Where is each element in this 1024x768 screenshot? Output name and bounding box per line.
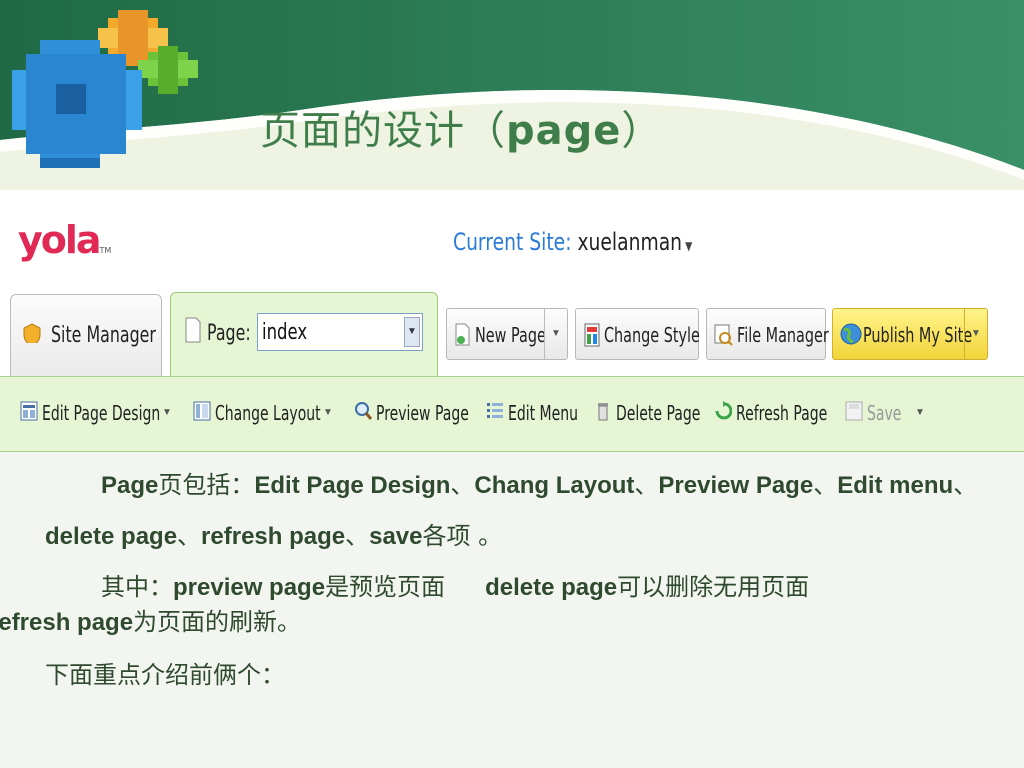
text-refresh-page-2: refresh page [0,609,134,636]
file-manager-icon [714,324,733,346]
page-select-value: index [262,320,308,345]
current-site-value: xuelanman [577,228,683,256]
text-delete-desc: 可以删除无用页面 [617,573,810,601]
edit-page-design-button[interactable]: Edit Page Design ▼ [20,401,211,427]
text-save: save [369,523,423,550]
page-select[interactable]: index ▼ [257,313,423,351]
current-site-label: Current Site: [453,228,572,256]
text-page: Page [101,472,159,499]
logo-text: yola [18,218,102,262]
page-icon [185,317,201,343]
menu-list-icon [487,403,503,418]
yola-editor-screenshot: yolaTM Current Site: xuelanman ▼ Site Man… [0,190,1024,452]
layout-icon [193,401,211,421]
save-button[interactable]: Save ▼ [845,401,925,427]
text-preview-page: Preview Page [658,472,814,499]
chevron-down-icon: ▼ [685,239,693,253]
slide-title-close: ） [621,108,663,154]
refresh-icon [715,401,732,420]
text-includes: 页包括： [158,471,255,499]
new-page-label: New Page [475,323,546,347]
text-chang-layout: Chang Layout [474,472,635,499]
text-sep: 、 [634,471,659,499]
refresh-page-label: Refresh Page [736,401,828,425]
file-manager-label: File Manager [737,323,829,347]
trash-icon [598,403,608,421]
page-toolbar: Edit Page Design ▼ Change Layout ▼ Previ… [0,376,1024,452]
brand-bar: yolaTM Current Site: xuelanman ▼ [0,190,1024,286]
text-delete-page: delete page [45,523,178,550]
change-style-button[interactable]: Change Style [575,308,700,360]
slide-title-cn: 页面的设计（ [260,108,506,154]
preview-page-label: Preview Page [376,401,469,425]
slide-title-en: page [506,108,622,154]
tab-strip: Site Manager Page: index ▼ New Page ▼ Ch… [0,286,1024,376]
slide-header: 页面的设计（page） [0,0,1024,190]
style-icon [584,323,600,347]
text-sep: 、 [177,522,202,550]
paragraph-2: delete page、refresh page、save各项 。 [45,519,985,554]
file-manager-button[interactable]: File Manager [706,308,829,360]
page-label: Page: [207,321,251,346]
edit-menu-button[interactable]: Edit Menu [486,401,608,427]
text-among: 其中： [101,573,173,601]
text-intro-next: 下面重点介绍前俩个： [45,661,285,689]
globe-icon [840,323,862,345]
slide-title: 页面的设计（page） [260,98,662,156]
edit-page-design-icon [20,401,38,421]
new-page-icon [455,323,470,346]
edit-menu-label: Edit Menu [508,401,578,425]
paragraph-4: 下面重点介绍前俩个： [45,658,985,693]
chevron-down-icon[interactable]: ▼ [323,407,333,418]
text-preview-desc: 是预览页面 [325,573,446,601]
text-sep: 、 [345,522,370,550]
chevron-down-icon[interactable]: ▼ [544,309,567,359]
save-icon [845,401,863,421]
chevron-down-icon[interactable]: ▼ [162,407,172,418]
text-refresh-page: refresh page [201,523,346,550]
edit-page-design-label: Edit Page Design [42,401,161,425]
text-items: 各项 。 [422,522,503,550]
publish-my-site-label: Publish My Site [863,323,973,347]
text-refresh-desc: 为页面的刷新。 [133,608,302,636]
text-sep: 、 [953,471,978,499]
logo-tm: TM [99,246,112,255]
current-site-selector[interactable]: Current Site: xuelanman ▼ [453,228,692,256]
tab-site-manager[interactable]: Site Manager [10,294,162,376]
magnifier-icon [355,402,372,420]
chevron-down-icon[interactable]: ▼ [404,317,420,347]
text-edit-menu: Edit menu [837,472,954,499]
paragraph-3: 其中：preview page是预览页面 delete page可以删除无用页面 r… [0,570,985,640]
change-style-label: Change Style [604,323,700,347]
change-layout-label: Change Layout [215,401,321,425]
text-sep: 、 [813,471,838,499]
shield-icon [23,323,41,343]
change-layout-button[interactable]: Change Layout ▼ [193,401,366,427]
tab-page[interactable]: Page: index ▼ [170,292,438,376]
refresh-page-button[interactable]: Refresh Page [714,401,866,427]
publish-my-site-button[interactable]: Publish My Site ▼ [832,308,988,360]
yola-logo[interactable]: yolaTM [18,218,111,262]
slide-body: Page页包括：Edit Page Design、Chang Layout、Pr… [0,468,985,693]
chevron-down-icon[interactable]: ▼ [964,309,987,359]
chevron-down-icon[interactable]: ▼ [915,407,925,418]
paragraph-1: Page页包括：Edit Page Design、Chang Layout、Pr… [45,468,985,503]
text-edit-page-design: Edit Page Design [254,472,451,499]
text-preview-page-2: preview page [173,574,326,601]
new-page-button[interactable]: New Page ▼ [446,308,568,360]
save-label: Save [867,401,902,425]
delete-page-label: Delete Page [616,401,701,425]
text-delete-page-2: delete page [485,574,618,601]
puzzle-cubes-icon [12,10,198,168]
tab-site-manager-label: Site Manager [51,323,156,348]
text-sep: 、 [450,471,475,499]
